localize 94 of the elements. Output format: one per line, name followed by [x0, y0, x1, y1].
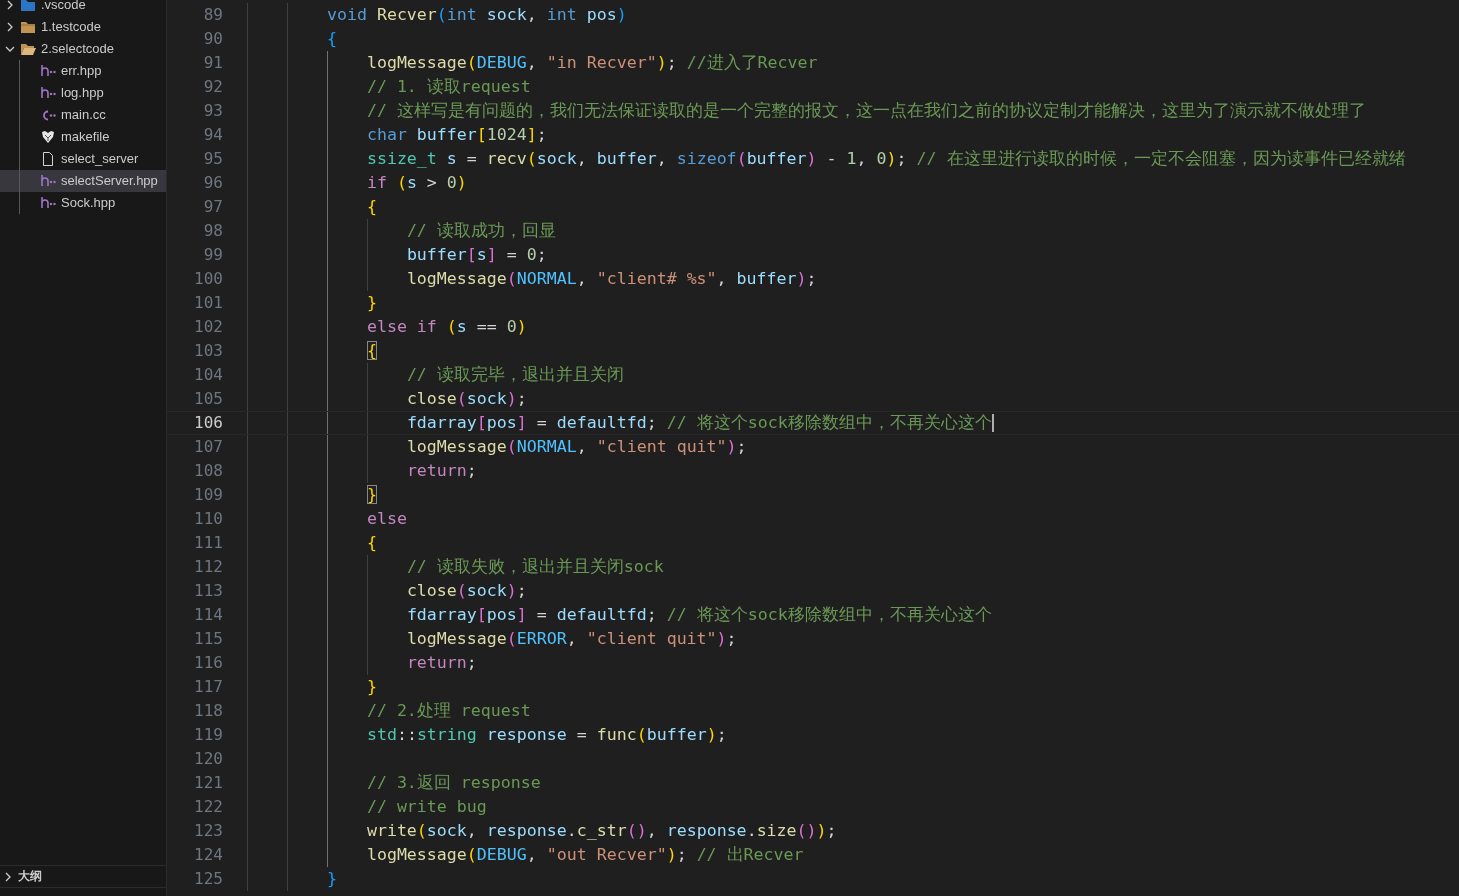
tree-item[interactable]: makefile [0, 126, 166, 148]
code-line: } [247, 291, 377, 315]
line-number: 109 [193, 484, 224, 506]
code-line: write(sock, response.c_str(), response.size()); [247, 819, 837, 843]
line-number: 91 [202, 52, 224, 74]
tree-item[interactable]: 2.selectcode [0, 38, 166, 60]
line-number: 123 [193, 820, 224, 842]
line-number: 112 [193, 556, 224, 578]
line-number: 108 [193, 460, 224, 482]
code-line: // 2.处理 request [247, 699, 531, 723]
line-number: 124 [193, 844, 224, 866]
code-line: else [247, 507, 407, 531]
line-number: 101 [193, 292, 224, 314]
code-line: fdarray[pos] = defaultfd; // 将这个sock移除数组中，不再关心这个 [247, 603, 992, 627]
line-number: 114 [193, 604, 224, 626]
line-number: 125 [193, 868, 224, 890]
panel-header[interactable]: 大纲 [0, 865, 166, 887]
line-number: 113 [193, 580, 224, 602]
line-number: 122 [193, 796, 224, 818]
tree-item[interactable]: .vscode [0, 0, 166, 16]
line-number: 96 [202, 172, 224, 194]
code-line: // 这样写是有问题的，我们无法保证读取的是一个完整的报文，这一点在我们之前的协议定制才能解决，这里为了演示就不做处理了 [247, 99, 1366, 123]
line-number: 107 [193, 436, 224, 458]
code-line: // 读取成功，回显 [247, 219, 556, 243]
header-file-icon [40, 63, 56, 79]
code-line: close(sock); [247, 387, 527, 411]
code-line: logMessage(NORMAL, "client quit"); [247, 435, 747, 459]
code-line: return; [247, 651, 477, 675]
line-number: 93 [202, 100, 224, 122]
code-line: } [247, 675, 377, 699]
code-line: fdarray[pos] = defaultfd; // 将这个sock移除数组中，不再关心这个 [247, 412, 992, 434]
code-line: char buffer[1024]; [247, 123, 547, 147]
code-line: if (s > 0) [247, 171, 467, 195]
line-number: 94 [202, 124, 224, 146]
line-number: 118 [193, 700, 224, 722]
line-number: 111 [193, 532, 224, 554]
tree-item[interactable]: err.hpp [0, 60, 166, 82]
open-folder-icon [20, 41, 36, 57]
code-line: logMessage(DEBUG, "in Recver"); //进入了Recver [247, 51, 818, 75]
code-line: { [247, 531, 377, 555]
code-line: // 1. 读取request [247, 75, 531, 99]
code-line: } [247, 867, 337, 891]
line-number: 92 [202, 76, 224, 98]
folder-icon [20, 0, 36, 13]
line-number: 99 [202, 244, 224, 266]
line-number: 104 [193, 364, 224, 386]
code-line: close(sock); [247, 579, 527, 603]
line-number: 121 [193, 772, 224, 794]
code-line: { [247, 27, 337, 51]
line-number: 116 [193, 652, 224, 674]
line-number: 115 [193, 628, 224, 650]
code-line: // 读取完毕，退出并且关闭 [247, 363, 624, 387]
code-line: { [247, 195, 377, 219]
code-line: // 读取失败，退出并且关闭sock [247, 555, 664, 579]
line-number: 119 [193, 724, 224, 746]
code-line: std::string response = func(buffer); [247, 723, 727, 747]
line-number: 103 [193, 340, 224, 362]
header-file-icon [40, 195, 56, 211]
folder-icon [20, 19, 36, 35]
line-number: 106 [193, 412, 224, 434]
line-number: 102 [193, 316, 224, 338]
code-line: } [247, 483, 377, 507]
code-line: logMessage(NORMAL, "client# %s", buffer); [247, 267, 817, 291]
shield-icon [40, 129, 56, 145]
code-line: void Recver(int sock, int pos) [247, 3, 627, 27]
code-line: // write bug [247, 795, 487, 819]
header-file-icon [40, 173, 56, 189]
line-number: 105 [193, 388, 224, 410]
code-line: { [247, 339, 377, 363]
text-cursor [991, 414, 994, 432]
line-number: 95 [202, 148, 224, 170]
line-number: 97 [202, 196, 224, 218]
code-line: logMessage(ERROR, "client quit"); [247, 627, 737, 651]
line-number: 90 [202, 28, 224, 50]
code-line: ssize_t s = recv(sock, buffer, sizeof(buffer) - 1, 0); // 在这里进行读取的时候，一定不会阻塞，因为读事件已经就绪 [247, 147, 1406, 171]
header-file-icon [40, 85, 56, 101]
line-number: 100 [193, 268, 224, 290]
tree-item[interactable]: main.cc [0, 104, 166, 126]
file-icon [40, 151, 56, 167]
code-line: logMessage(DEBUG, "out Recver"); // 出Recver [247, 843, 804, 867]
tree-item[interactable]: log.hpp [0, 82, 166, 104]
code-line: return; [247, 459, 477, 483]
tree-item[interactable]: 1.testcode [0, 16, 166, 38]
line-number: 120 [193, 748, 224, 770]
code-line: buffer[s] = 0; [247, 243, 547, 267]
line-number: 98 [202, 220, 224, 242]
line-number: 117 [193, 676, 224, 698]
line-number: 89 [202, 4, 224, 26]
code-line: else if (s == 0) [247, 315, 527, 339]
tree-item[interactable]: select_server [0, 148, 166, 170]
tree-item[interactable]: selectServer.hpp [0, 170, 166, 192]
code-line: // 3.返回 response [247, 771, 541, 795]
tree-item[interactable]: Sock.hpp [0, 192, 166, 214]
line-number: 110 [193, 508, 224, 530]
